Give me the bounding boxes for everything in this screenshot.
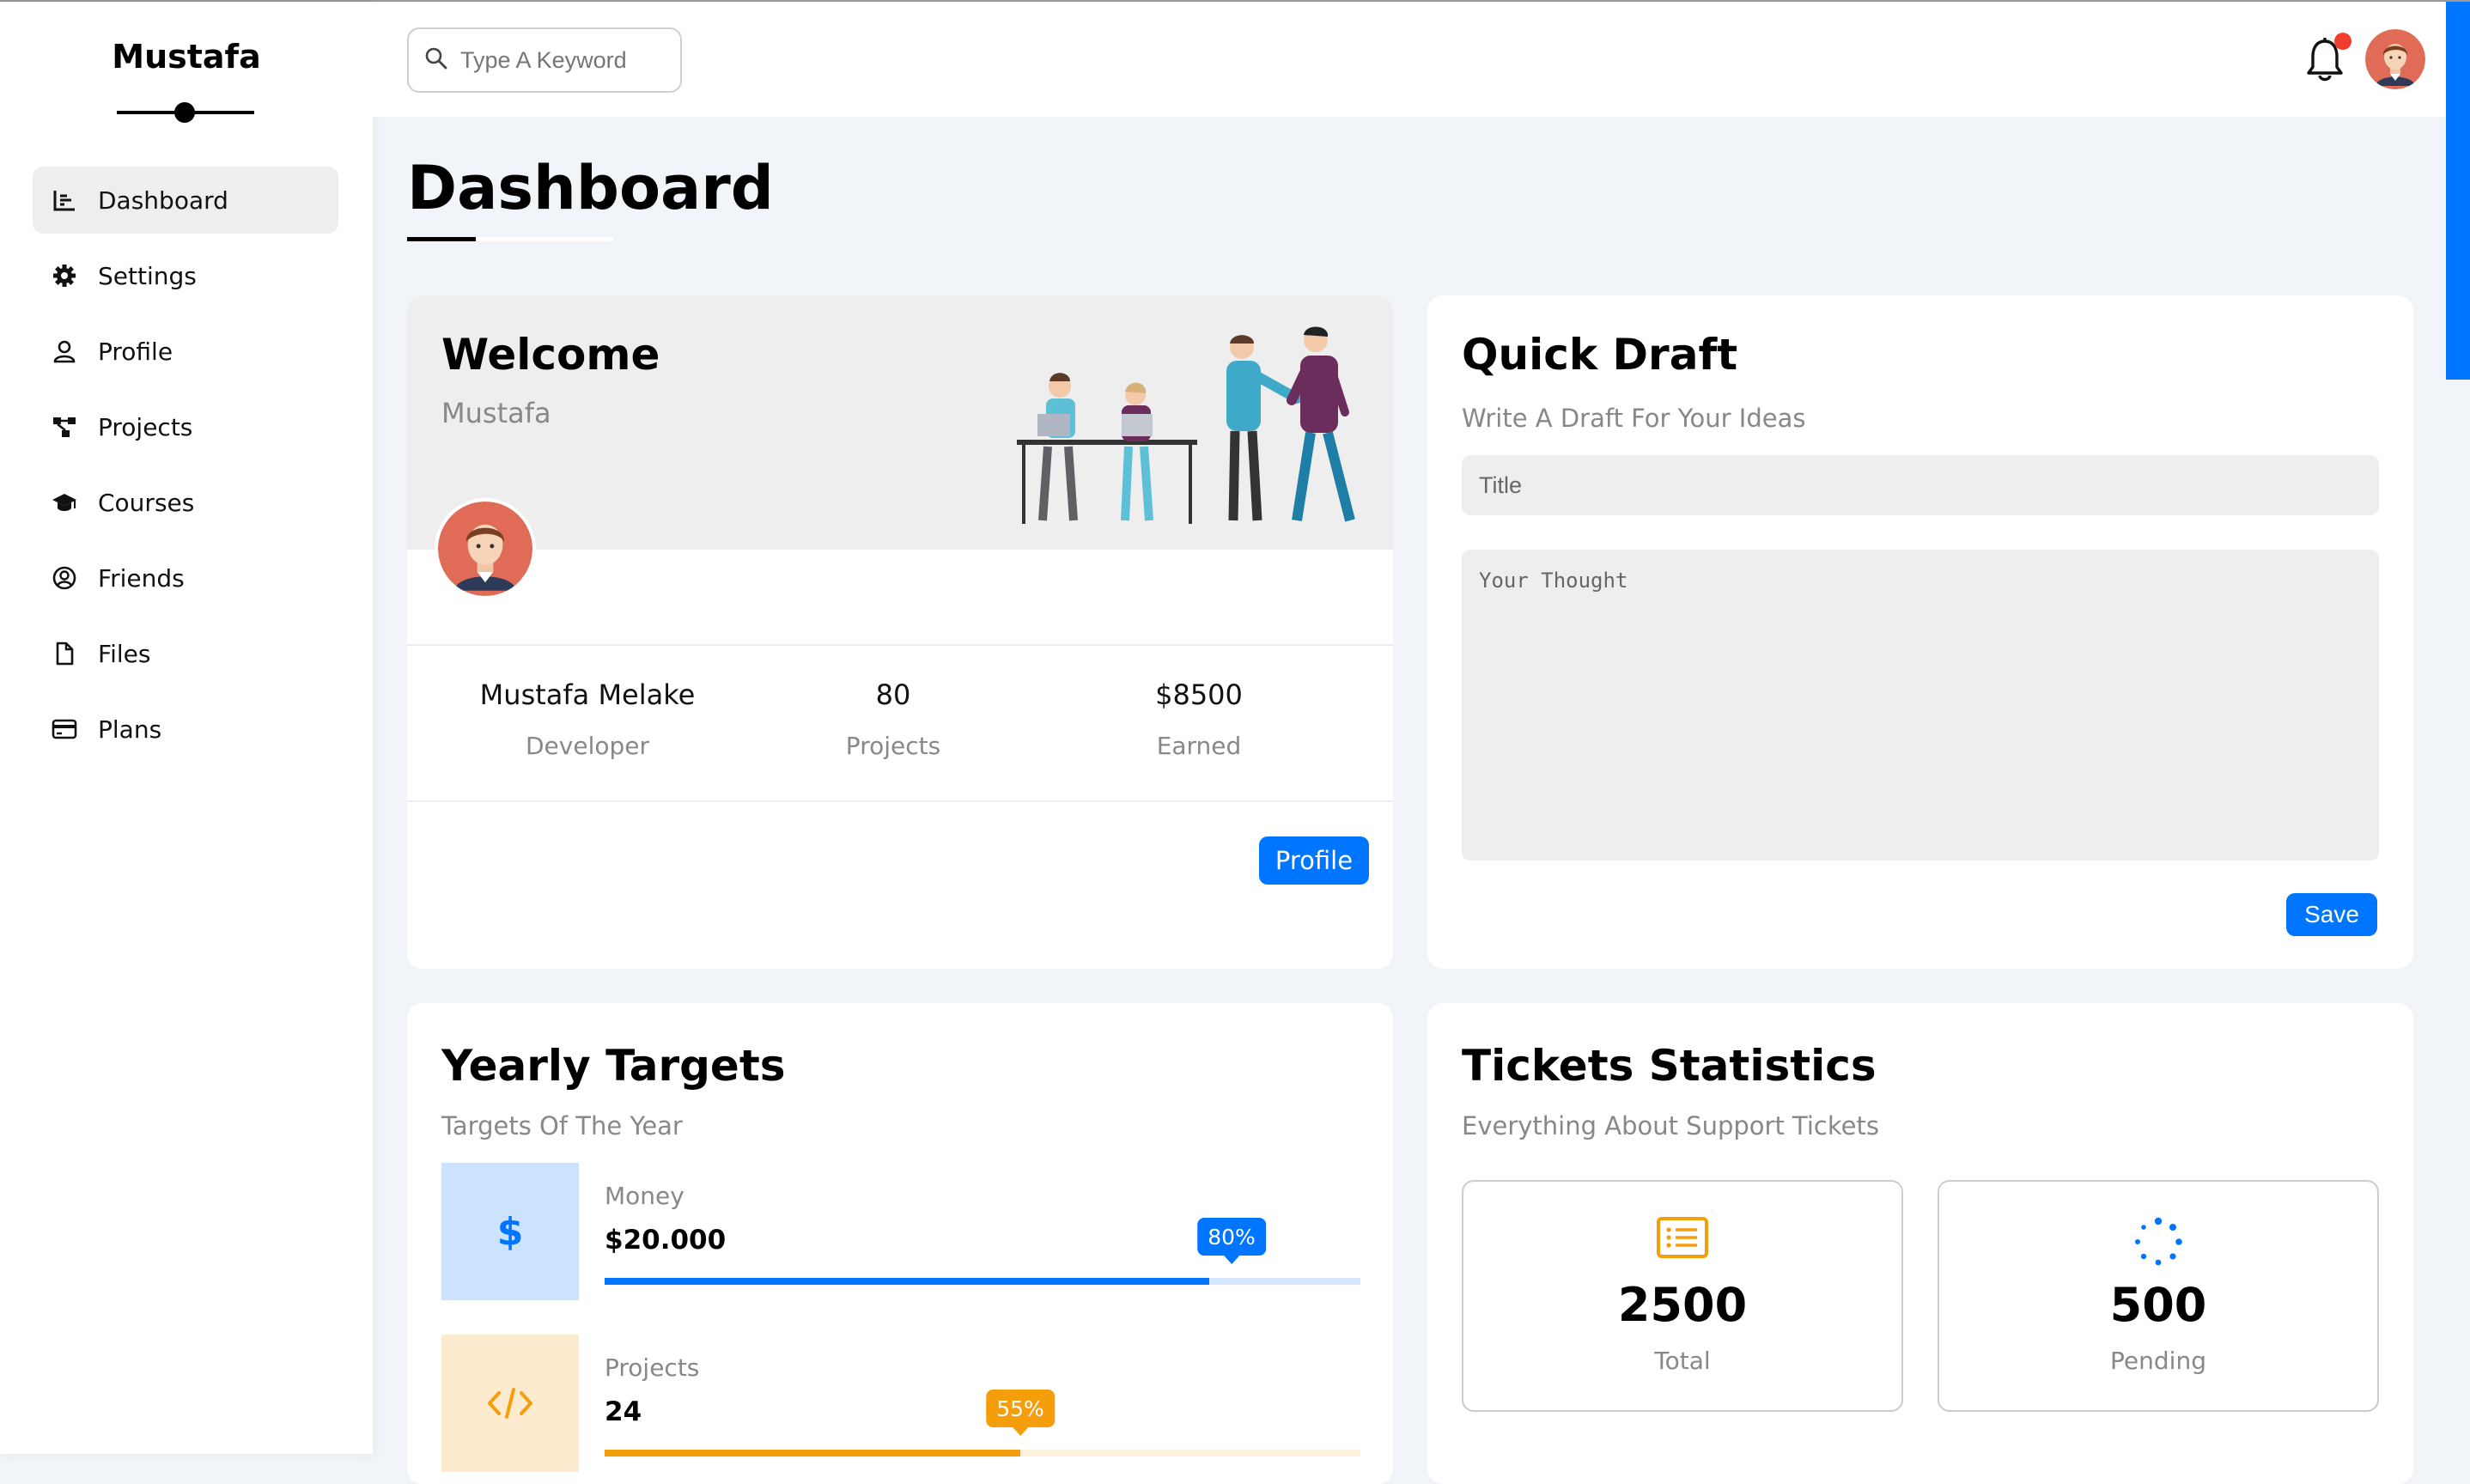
sidebar-item-files[interactable]: Files	[33, 620, 338, 687]
stat-earned: $8500 Earned	[1053, 678, 1345, 760]
avatar[interactable]	[2365, 29, 2425, 89]
draft-title-input[interactable]: Title	[1462, 455, 2379, 515]
file-icon	[52, 641, 77, 666]
sidebar-nav: Dashboard Settings Profile Projects Cour…	[33, 167, 338, 771]
progress-badge: 80%	[1197, 1218, 1266, 1264]
ticket-label: Total	[1654, 1347, 1711, 1375]
progress-fill	[605, 1450, 1020, 1457]
credit-card-icon	[52, 716, 77, 742]
progress-badge-label: 55%	[996, 1396, 1044, 1421]
stat-value: Mustafa Melake	[479, 678, 696, 711]
ticket-box-pending: 500 Pending	[1938, 1180, 2379, 1412]
progress-track	[605, 1450, 1360, 1457]
tickets-title: Tickets Statistics	[1462, 1041, 1877, 1091]
ticket-value: 2500	[1617, 1278, 1748, 1332]
target-label: Projects	[605, 1353, 700, 1382]
tickets-statistics-card: Tickets Statistics Everything About Supp…	[1427, 1003, 2413, 1484]
stat-name: Mustafa Melake Developer	[441, 678, 733, 760]
sidebar-item-label: Profile	[98, 337, 173, 366]
scrollbar[interactable]	[2446, 2, 2470, 380]
divider	[407, 800, 1393, 802]
brand-dot	[174, 102, 195, 123]
avatar[interactable]	[435, 498, 536, 599]
sidebar-item-plans[interactable]: Plans	[33, 696, 338, 763]
save-button[interactable]: Save	[2286, 893, 2377, 936]
stat-value: $8500	[1155, 678, 1243, 711]
target-projects: Projects 24 55%	[441, 1335, 1360, 1472]
welcome-title: Welcome	[441, 330, 660, 380]
sidebar-item-label: Dashboard	[98, 186, 228, 215]
dollar-icon: $	[441, 1163, 579, 1300]
sidebar-item-label: Plans	[98, 715, 162, 744]
profile-button[interactable]: Profile	[1259, 836, 1369, 885]
notification-dot	[2334, 33, 2351, 50]
graduation-cap-icon	[52, 490, 77, 515]
code-icon	[441, 1335, 579, 1472]
progress-track	[605, 1278, 1360, 1285]
sidebar-item-projects[interactable]: Projects	[33, 393, 338, 460]
stat-label: Developer	[525, 732, 649, 760]
draft-thought-textarea[interactable]: Your Thought	[1462, 550, 2379, 861]
sidebar-item-label: Courses	[98, 488, 195, 517]
targets-title: Yearly Targets	[441, 1041, 786, 1091]
topbar	[373, 2, 2446, 117]
brand-name: Mustafa	[112, 38, 261, 76]
sidebar-item-dashboard[interactable]: Dashboard	[33, 167, 338, 234]
user-icon	[52, 338, 77, 364]
search-input[interactable]	[459, 46, 665, 75]
stat-label: Earned	[1156, 732, 1242, 760]
progress-badge-label: 80%	[1208, 1224, 1256, 1250]
target-label: Money	[605, 1182, 684, 1210]
divider	[407, 644, 1393, 646]
spinner-icon	[1939, 1216, 2377, 1268]
target-money: $ Money $20.000 80%	[441, 1163, 1360, 1300]
sidebar-item-label: Friends	[98, 563, 185, 593]
sidebar-item-settings[interactable]: Settings	[33, 242, 338, 309]
sidebar-item-friends[interactable]: Friends	[33, 544, 338, 611]
ticket-value: 500	[2109, 1278, 2207, 1332]
target-value: 24	[605, 1396, 642, 1427]
search-icon	[424, 46, 448, 74]
quick-draft-card: Quick Draft Write A Draft For Your Ideas…	[1427, 295, 2413, 969]
sidebar-item-label: Settings	[98, 261, 197, 290]
search-box[interactable]	[407, 27, 682, 93]
progress-badge: 55%	[986, 1390, 1055, 1436]
targets-subtitle: Targets Of The Year	[441, 1111, 683, 1140]
draft-title: Quick Draft	[1462, 330, 1738, 380]
welcome-card: Welcome Mustafa Mustafa Melake Developer…	[407, 295, 1393, 969]
welcome-subtitle: Mustafa	[441, 397, 551, 429]
page-title: Dashboard	[407, 153, 774, 223]
stat-label: Projects	[845, 732, 941, 760]
target-value: $20.000	[605, 1225, 727, 1256]
diagram-icon	[52, 414, 77, 440]
tickets-subtitle: Everything About Support Tickets	[1462, 1111, 1879, 1140]
stat-projects: 80 Projects	[747, 678, 1039, 760]
list-icon	[1463, 1216, 1901, 1268]
sidebar-item-label: Projects	[98, 412, 193, 441]
draft-subtitle: Write A Draft For Your Ideas	[1462, 404, 1806, 433]
user-circle-icon	[52, 565, 77, 591]
progress-fill	[605, 1278, 1209, 1285]
title-underline-accent	[407, 237, 476, 241]
sidebar-item-courses[interactable]: Courses	[33, 469, 338, 536]
sidebar: Mustafa Dashboard Settings Profile Proje…	[0, 2, 373, 1454]
team-illustration	[1008, 318, 1369, 541]
gear-icon	[52, 263, 77, 289]
chart-icon	[52, 187, 77, 213]
stat-value: 80	[875, 678, 911, 711]
sidebar-item-profile[interactable]: Profile	[33, 318, 338, 385]
ticket-box-total: 2500 Total	[1462, 1180, 1903, 1412]
sidebar-item-label: Files	[98, 639, 151, 668]
yearly-targets-card: Yearly Targets Targets Of The Year $ Mon…	[407, 1003, 1393, 1484]
ticket-label: Pending	[2110, 1347, 2206, 1375]
